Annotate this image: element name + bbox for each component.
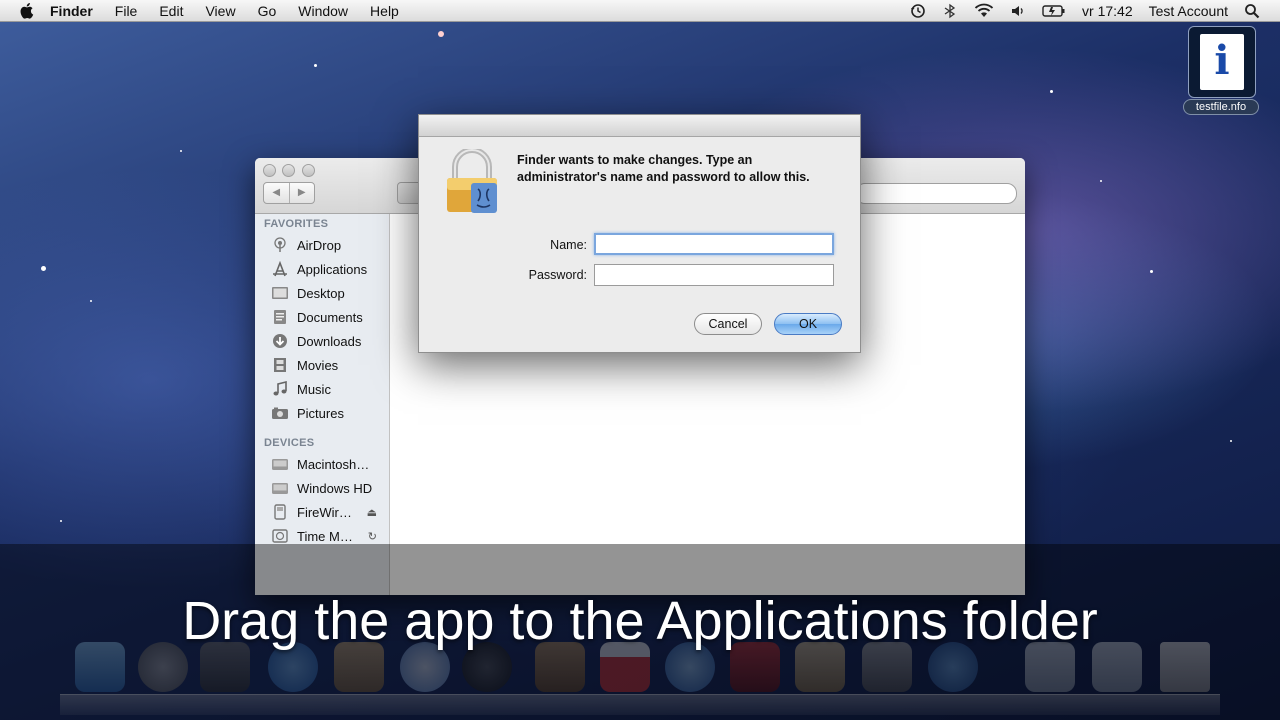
eject-icon[interactable]: ⏏ xyxy=(367,506,377,519)
sidebar-item-documents[interactable]: Documents xyxy=(271,306,389,328)
wifi-icon[interactable] xyxy=(974,3,994,19)
sync-icon[interactable]: ↻ xyxy=(368,530,377,543)
testfile-label: testfile.nfo xyxy=(1183,99,1259,115)
password-field[interactable] xyxy=(594,264,834,286)
apple-icon[interactable] xyxy=(20,2,34,19)
spotlight-search-icon[interactable] xyxy=(1244,3,1260,19)
sidebar-item-macintosh-hd[interactable]: Macintosh… xyxy=(271,453,389,475)
desktop-icon xyxy=(272,287,288,299)
menu-bar: Finder File Edit View Go Window Help vr … xyxy=(0,0,1280,22)
sidebar-item-airdrop[interactable]: AirDrop xyxy=(271,234,389,256)
password-label: Password: xyxy=(528,268,587,282)
dialog-titlebar xyxy=(419,115,860,137)
music-icon xyxy=(273,381,287,396)
movies-icon xyxy=(274,358,286,372)
finder-sidebar: FAVORITES AirDrop Applications Desktop D… xyxy=(255,214,390,595)
close-button[interactable] xyxy=(263,164,276,177)
sidebar-item-applications[interactable]: Applications xyxy=(271,258,389,280)
battery-icon[interactable] xyxy=(1042,3,1066,19)
menu-window[interactable]: Window xyxy=(298,3,348,19)
sidebar-item-desktop[interactable]: Desktop xyxy=(271,282,389,304)
devices-heading: DEVICES xyxy=(264,437,315,449)
menu-edit[interactable]: Edit xyxy=(159,3,183,19)
finder-search-field[interactable] xyxy=(855,183,1017,204)
volume-icon[interactable] xyxy=(1010,3,1026,19)
applications-icon xyxy=(273,261,287,277)
time-machine-icon xyxy=(272,529,288,543)
hard-drive-icon xyxy=(272,483,288,494)
testfile-logo: i testfile.nfo xyxy=(1183,26,1259,116)
lock-icon xyxy=(447,149,497,213)
downloads-icon xyxy=(273,334,287,348)
sidebar-item-music[interactable]: Music xyxy=(271,378,389,400)
hard-drive-icon xyxy=(272,459,288,470)
info-document-icon: i xyxy=(1188,26,1256,98)
favorites-heading: FAVORITES xyxy=(264,218,329,230)
menu-go[interactable]: Go xyxy=(258,3,277,19)
dialog-message: Finder wants to make changes. Type an ad… xyxy=(517,153,810,184)
airdrop-icon xyxy=(274,237,286,252)
menubar-clock[interactable]: vr 17:42 xyxy=(1082,3,1133,19)
back-forward-buttons[interactable]: ◀ ▶ xyxy=(263,182,315,204)
forward-arrow-icon[interactable]: ▶ xyxy=(290,183,315,203)
sidebar-item-pictures[interactable]: Pictures xyxy=(271,402,389,424)
documents-icon xyxy=(274,310,286,324)
menu-file[interactable]: File xyxy=(115,3,138,19)
zoom-button[interactable] xyxy=(302,164,315,177)
sidebar-item-movies[interactable]: Movies xyxy=(271,354,389,376)
menu-finder[interactable]: Finder xyxy=(50,3,93,19)
name-label: Name: xyxy=(550,238,587,252)
name-field[interactable] xyxy=(594,233,834,255)
menu-help[interactable]: Help xyxy=(370,3,399,19)
cancel-button[interactable]: Cancel xyxy=(694,313,762,335)
external-drive-icon xyxy=(274,504,286,520)
time-machine-icon[interactable] xyxy=(910,3,926,19)
ok-button[interactable]: OK xyxy=(774,313,842,335)
bluetooth-icon[interactable] xyxy=(942,3,958,19)
menu-view[interactable]: View xyxy=(205,3,235,19)
sidebar-item-firewire[interactable]: FireWir… ⏏ xyxy=(271,501,389,523)
authentication-dialog: Finder wants to make changes. Type an ad… xyxy=(418,114,861,353)
menubar-user[interactable]: Test Account xyxy=(1149,3,1228,19)
sidebar-item-downloads[interactable]: Downloads xyxy=(271,330,389,352)
sidebar-item-windows-hd[interactable]: Windows HD xyxy=(271,477,389,499)
back-arrow-icon[interactable]: ◀ xyxy=(264,183,290,203)
pictures-icon xyxy=(272,407,288,419)
minimize-button[interactable] xyxy=(282,164,295,177)
video-caption: Drag the app to the Applications folder xyxy=(182,591,1098,651)
